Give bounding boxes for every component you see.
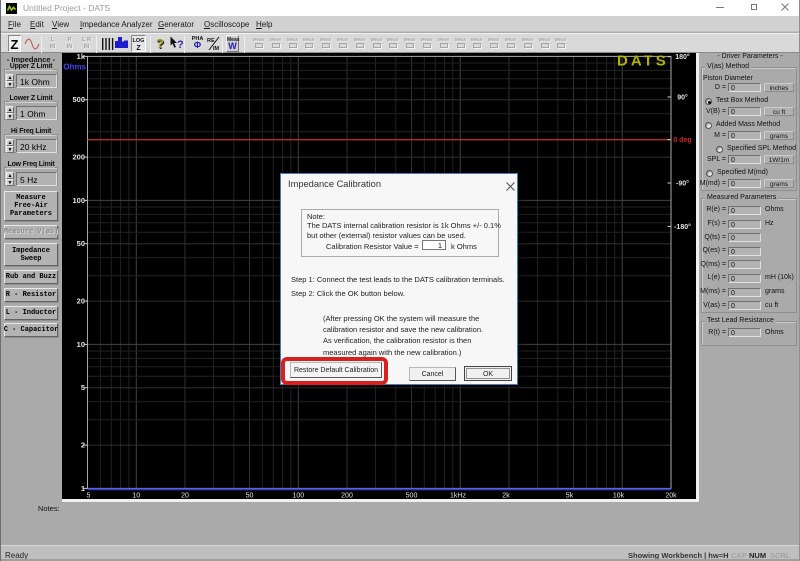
svg-text:200: 200 — [72, 153, 85, 162]
svg-text:IM: IM — [213, 46, 220, 51]
svg-text:?: ? — [177, 39, 183, 51]
svg-text:180°: 180° — [675, 53, 690, 61]
svg-text:500: 500 — [72, 95, 85, 104]
svg-text:DATS: DATS — [617, 53, 669, 70]
svg-text:90°: 90° — [677, 94, 688, 102]
svg-text:100: 100 — [72, 196, 85, 205]
svg-text:Ohms: Ohms — [63, 63, 86, 72]
svg-text:1k: 1k — [77, 53, 86, 61]
